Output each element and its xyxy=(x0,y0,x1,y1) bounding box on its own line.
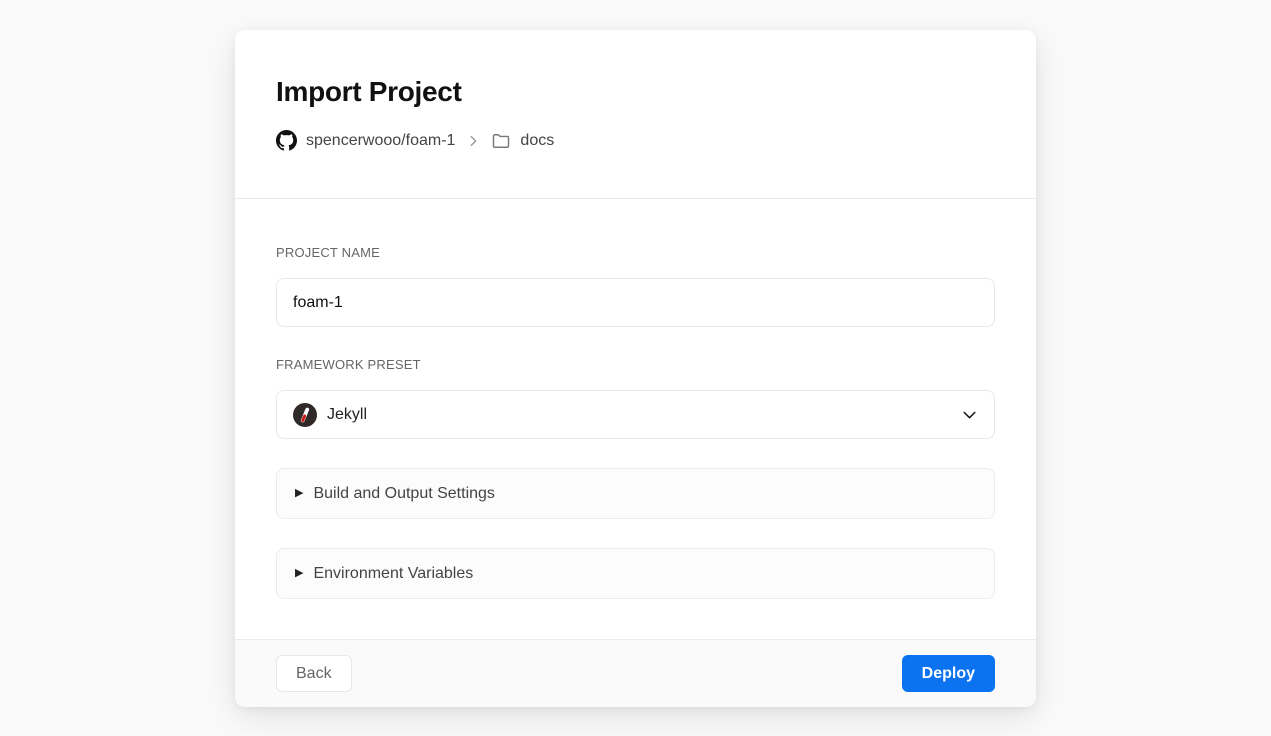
framework-selected-value: Jekyll xyxy=(327,406,961,424)
triangle-right-icon: ▶ xyxy=(295,568,303,579)
accordion-label: Environment Variables xyxy=(313,565,473,583)
accordion-label: Build and Output Settings xyxy=(313,485,494,503)
project-name-label: PROJECT NAME xyxy=(276,245,995,260)
import-project-modal: Import Project spencerwooo/foam-1 docs xyxy=(235,30,1036,707)
breadcrumb: spencerwooo/foam-1 docs xyxy=(276,130,995,151)
breadcrumb-folder: docs xyxy=(520,132,554,150)
environment-variables-accordion[interactable]: ▶ Environment Variables xyxy=(276,548,995,599)
github-icon xyxy=(276,130,297,151)
project-name-input[interactable] xyxy=(276,278,995,327)
back-button[interactable]: Back xyxy=(276,655,352,692)
framework-preset-select[interactable]: Jekyll xyxy=(276,390,995,439)
breadcrumb-repo: spencerwooo/foam-1 xyxy=(306,132,455,150)
deploy-button[interactable]: Deploy xyxy=(902,655,995,692)
build-output-settings-accordion[interactable]: ▶ Build and Output Settings xyxy=(276,468,995,519)
modal-body: PROJECT NAME FRAMEWORK PRESET Jekyll xyxy=(235,199,1036,639)
page-title: Import Project xyxy=(276,76,995,108)
jekyll-logo-icon xyxy=(293,403,317,427)
folder-icon xyxy=(491,131,511,151)
chevron-down-icon xyxy=(961,406,978,423)
modal-footer: Back Deploy xyxy=(235,639,1036,707)
triangle-right-icon: ▶ xyxy=(295,488,303,499)
modal-header: Import Project spencerwooo/foam-1 docs xyxy=(235,30,1036,199)
chevron-right-icon xyxy=(466,134,480,148)
framework-preset-label: FRAMEWORK PRESET xyxy=(276,357,995,372)
